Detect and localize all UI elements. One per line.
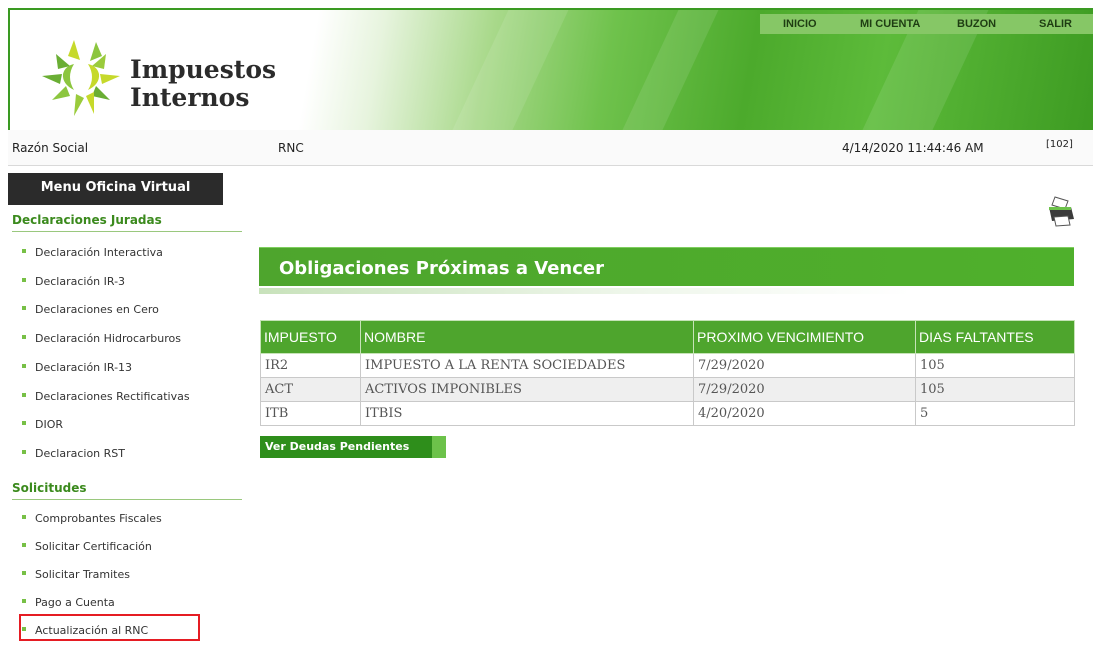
section-label: Solicitudes: [12, 481, 87, 495]
table-header-row: IMPUESTO NOMBRE PROXIMO VENCIMIENTO DIAS…: [260, 320, 1075, 354]
brand-name: Impuestos Internos: [130, 56, 276, 112]
nav-inicio-link[interactable]: INICIO: [783, 18, 817, 30]
table-row: IR2 IMPUESTO A LA RENTA SOCIEDADES 7/29/…: [260, 353, 1075, 378]
section-declaraciones-juradas: Declaraciones Juradas: [12, 210, 242, 232]
bullet-icon: [22, 599, 26, 603]
button-accent: [432, 436, 446, 458]
sidebar-item-label: Pago a Cuenta: [35, 596, 115, 609]
nav-mi-cuenta-link[interactable]: MI CUENTA: [860, 18, 920, 30]
sidebar-item-comprobantes-fiscales[interactable]: Comprobantes Fiscales: [22, 512, 162, 525]
bullet-icon: [22, 543, 26, 547]
sidebar-item-solicitar-tramites[interactable]: Solicitar Tramites: [22, 568, 130, 581]
sidebar-item-declaracion-rst[interactable]: Declaracion RST: [22, 447, 125, 460]
header-decoration: [621, 10, 719, 130]
nav-salir-link[interactable]: SALIR: [1039, 18, 1072, 30]
sidebar-item-dior[interactable]: DIOR: [22, 418, 63, 431]
sidebar-item-label: Solicitar Certificación: [35, 540, 152, 553]
table-cell: 7/29/2020: [693, 353, 916, 378]
column-header: NOMBRE: [360, 320, 694, 354]
header-decoration: [451, 10, 569, 130]
menu-title: Menu Oficina Virtual: [8, 173, 223, 205]
bullet-icon: [22, 450, 26, 454]
button-label: Ver Deudas Pendientes: [265, 440, 410, 453]
column-header: IMPUESTO: [260, 320, 361, 354]
table-cell: ACT: [260, 377, 361, 402]
sidebar-item-declaracion-ir3[interactable]: Declaración IR-3: [22, 275, 125, 288]
column-header: PROXIMO VENCIMIENTO: [693, 320, 916, 354]
table-cell: ACTIVOS IMPONIBLES: [360, 377, 694, 402]
rnc-label: RNC: [278, 141, 304, 155]
sidebar-item-label: Declaraciones en Cero: [35, 303, 159, 316]
logo[interactable]: Impuestos Internos: [36, 30, 276, 125]
sidebar-item-solicitar-certificacion[interactable]: Solicitar Certificación: [22, 540, 152, 553]
sidebar-item-label: Declaración IR-3: [35, 275, 126, 288]
table-cell: ITB: [260, 401, 361, 426]
section-solicitudes: Solicitudes: [12, 478, 242, 500]
sidebar-item-label: Declaraciones Rectificativas: [35, 390, 190, 403]
column-header: DIAS FALTANTES: [915, 320, 1075, 354]
bullet-icon: [22, 249, 26, 253]
bullet-icon: [22, 515, 26, 519]
sun-logo-icon: [42, 40, 120, 116]
sidebar-item-pago-a-cuenta[interactable]: Pago a Cuenta: [22, 596, 115, 609]
datetime-display: 4/14/2020 11:44:46 AM: [842, 141, 984, 155]
table-cell: 7/29/2020: [693, 377, 916, 402]
table-cell: IMPUESTO A LA RENTA SOCIEDADES: [360, 353, 694, 378]
sidebar-item-label: Comprobantes Fiscales: [35, 512, 162, 525]
brand-line-2: Internos: [130, 83, 250, 112]
sidebar-item-declaracion-ir13[interactable]: Declaración IR-13: [22, 361, 132, 374]
bullet-icon: [22, 571, 26, 575]
sidebar-item-declaraciones-en-cero[interactable]: Declaraciones en Cero: [22, 303, 159, 316]
sidebar-item-declaracion-hidrocarburos[interactable]: Declaración Hidrocarburos: [22, 332, 181, 345]
table-cell: 105: [915, 353, 1075, 378]
bullet-icon: [22, 335, 26, 339]
sidebar-item-label: Solicitar Tramites: [35, 568, 130, 581]
obligaciones-banner: Obligaciones Próximas a Vencer: [259, 247, 1074, 294]
banner-title: Obligaciones Próximas a Vencer: [279, 258, 605, 279]
table-cell: 4/20/2020: [693, 401, 916, 426]
sidebar-item-label: Declaración Hidrocarburos: [35, 332, 181, 345]
sidebar-item-label: Declaracion RST: [35, 447, 125, 460]
sidebar-item-declaracion-interactiva[interactable]: Declaración Interactiva: [22, 246, 163, 259]
banner-shadow: [259, 288, 1074, 294]
table-row: ACT ACTIVOS IMPONIBLES 7/29/2020 105: [260, 377, 1075, 402]
table-cell: ITBIS: [360, 401, 694, 426]
bullet-icon: [22, 393, 26, 397]
bullet-icon: [22, 364, 26, 368]
printer-icon[interactable]: [1046, 195, 1076, 227]
section-label: Declaraciones Juradas: [12, 213, 162, 227]
table-cell: IR2: [260, 353, 361, 378]
obligaciones-table: IMPUESTO NOMBRE PROXIMO VENCIMIENTO DIAS…: [260, 320, 1075, 426]
highlight-box: [19, 614, 200, 641]
razon-social-label: Razón Social: [12, 141, 89, 155]
bullet-icon: [22, 278, 26, 282]
table-row: ITB ITBIS 4/20/2020 5: [260, 401, 1075, 426]
sidebar-item-declaraciones-rectificativas[interactable]: Declaraciones Rectificativas: [22, 390, 190, 403]
sidebar-item-label: DIOR: [35, 418, 64, 431]
session-code: [102]: [1046, 139, 1073, 150]
table-cell: 5: [915, 401, 1075, 426]
bullet-icon: [22, 421, 26, 425]
sidebar-menu: Menu Oficina Virtual Declaraciones Jurad…: [8, 166, 244, 648]
ver-deudas-pendientes-button[interactable]: Ver Deudas Pendientes: [260, 436, 446, 458]
table-cell: 105: [915, 377, 1075, 402]
nav-buzon-link[interactable]: BUZON: [957, 18, 996, 30]
header: Impuestos Internos INICIO MI CUENTA BUZO…: [8, 8, 1093, 130]
bullet-icon: [22, 306, 26, 310]
sidebar-item-label: Declaración Interactiva: [35, 246, 163, 259]
info-bar: Razón Social RNC 4/14/2020 11:44:46 AM […: [8, 130, 1093, 166]
sidebar-item-label: Declaración IR-13: [35, 361, 133, 374]
brand-line-1: Impuestos: [130, 55, 277, 84]
